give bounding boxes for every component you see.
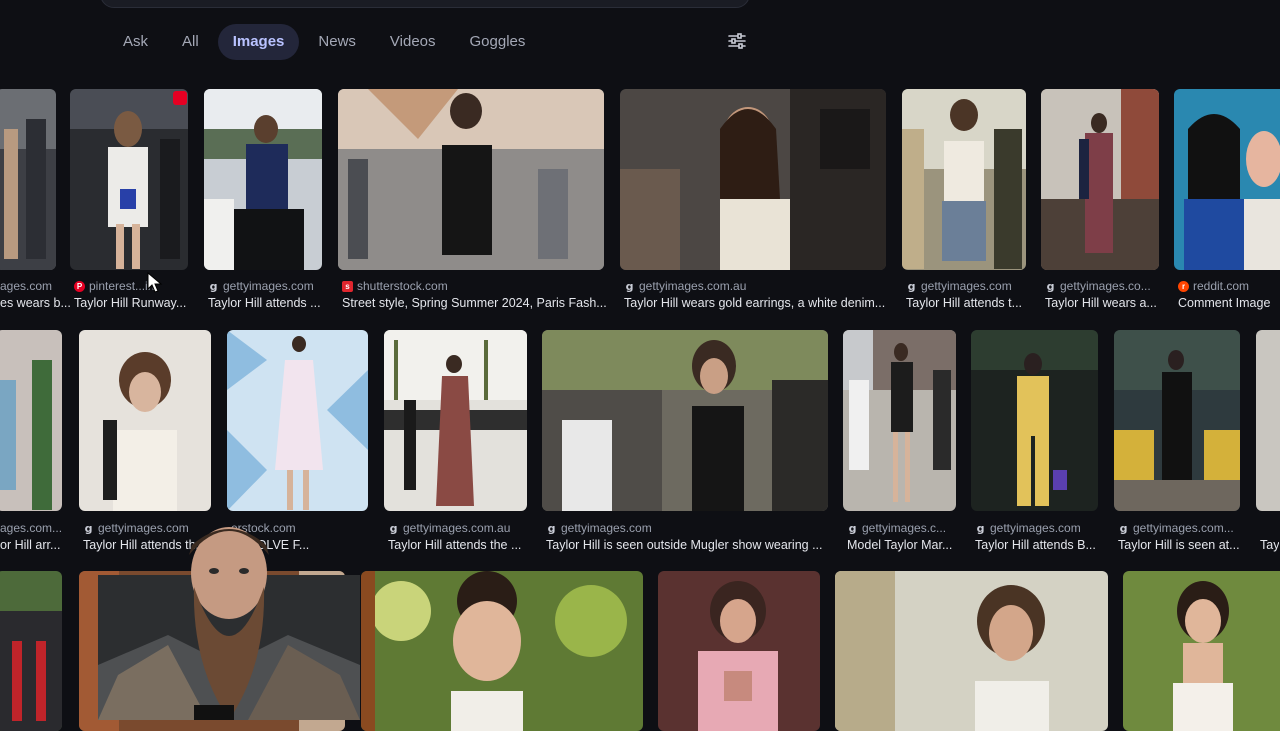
image-thumbnail[interactable] [227, 330, 368, 511]
result-source: g gettyimages.com.au [625, 279, 747, 293]
image-thumbnail[interactable] [1123, 571, 1280, 731]
image-result-card[interactable]: g gettyimages.com Taylor Hill attends ... [204, 89, 322, 319]
image-result-card[interactable]: g gettyimages.com Taylor Hill is seen out… [542, 330, 828, 560]
gettyimages-icon: g [907, 279, 916, 293]
gettyimages-icon: g [389, 521, 398, 535]
result-source: g gettyimages.com [547, 521, 652, 535]
image-thumbnail[interactable] [361, 571, 643, 731]
image-thumbnail[interactable] [1256, 330, 1280, 511]
result-source: Ppinterest...in [74, 278, 154, 294]
image-thumbnail[interactable] [0, 330, 62, 511]
result-source: g gettyimages.com.au [389, 521, 511, 535]
result-source: g gettyimages.com [976, 521, 1081, 535]
result-caption[interactable]: Tay [1260, 538, 1279, 552]
result-caption[interactable]: Taylor Hill is seen outside Mugler show … [546, 538, 823, 552]
pinterest-icon: P [74, 280, 85, 292]
result-source: s shutterstock.com [342, 278, 448, 294]
result-caption[interactable]: Taylor Hill attends the ... [388, 538, 521, 552]
image-result-card[interactable]: Ppinterest...in Taylor Hill Runway... [70, 89, 188, 319]
result-caption[interactable]: Taylor Hill is seen at... [1118, 538, 1240, 552]
result-caption[interactable]: Taylor Hill attends ... [208, 296, 321, 310]
image-result-card[interactable]: s shutterstock.com Street style, Spring S… [338, 89, 607, 319]
image-result-card[interactable]: g gettyimages.com Taylor Hill attends t..… [902, 89, 1026, 319]
reddit-icon: r [1178, 280, 1189, 292]
image-result-card[interactable]: r reddit.com Comment Image [1174, 89, 1280, 319]
image-thumbnail[interactable] [204, 89, 322, 270]
image-thumbnail[interactable] [843, 330, 956, 511]
gettyimages-icon: g [209, 279, 218, 293]
shutterstock-icon: s [342, 280, 353, 292]
image-thumbnail[interactable] [1114, 330, 1240, 511]
image-thumbnail[interactable] [0, 89, 56, 270]
result-caption[interactable]: Model Taylor Mar... [847, 538, 952, 552]
image-thumbnail[interactable] [338, 89, 604, 270]
image-result-card[interactable]: g gettyimages.com... Taylor Hill is seen … [1114, 330, 1240, 560]
result-caption[interactable]: Taylor Hill attends t... [906, 296, 1022, 310]
result-source: g gettyimages.com [209, 279, 314, 293]
result-caption[interactable]: es wears b... [0, 296, 71, 310]
image-thumbnail[interactable] [384, 330, 527, 511]
image-thumbnail[interactable] [902, 89, 1026, 270]
image-result-card[interactable]: g gettyimages.c... Model Taylor Mar... [843, 330, 956, 560]
result-source: g gettyimages.com [907, 279, 1012, 293]
gettyimages-icon: g [976, 521, 985, 535]
result-source: g gettyimages.co... [1046, 279, 1151, 293]
gettyimages-icon: g [547, 521, 556, 535]
image-thumbnail[interactable] [70, 89, 188, 270]
image-result-card[interactable]: ages.com es wears b... [0, 89, 71, 319]
image-thumbnail[interactable] [1041, 89, 1159, 270]
result-source: ages.com... [0, 521, 63, 535]
result-source: r reddit.com [1178, 278, 1249, 294]
image-result-card[interactable]: g gettyimages.com.au Taylor Hill attends … [384, 330, 527, 560]
image-thumbnail[interactable] [0, 571, 62, 731]
result-caption[interactable]: Comment Image [1178, 296, 1270, 310]
result-source: g gettyimages.com... [1119, 521, 1234, 535]
image-result-card[interactable]: g gettyimages.com Taylor Hill attends B..… [971, 330, 1098, 560]
image-result-card[interactable]: Tay [1256, 330, 1280, 560]
result-caption[interactable]: Taylor Hill attends B... [975, 538, 1096, 552]
result-caption[interactable]: Taylor Hill Runway... [74, 296, 186, 310]
image-thumbnail[interactable] [971, 330, 1098, 511]
pin-badge-icon [173, 91, 187, 105]
result-caption[interactable]: Street style, Spring Summer 2024, Paris … [342, 296, 607, 310]
image-thumbnail[interactable] [835, 571, 1108, 731]
image-thumbnail[interactable] [620, 89, 886, 270]
gettyimages-icon: g [848, 521, 857, 535]
gettyimages-icon: g [84, 521, 93, 535]
image-thumbnail[interactable] [542, 330, 828, 511]
result-caption[interactable]: or Hill arr... [0, 538, 60, 552]
image-thumbnail[interactable] [658, 571, 820, 731]
image-result-card[interactable] [361, 571, 643, 731]
image-result-card[interactable]: g gettyimages.co... Taylor Hill wears a..… [1041, 89, 1159, 319]
mouse-cursor-icon [147, 271, 163, 294]
webcam-overlay [98, 515, 360, 720]
image-thumbnail[interactable] [1174, 89, 1280, 270]
image-result-card[interactable] [0, 571, 62, 731]
gettyimages-icon: g [1119, 521, 1128, 535]
image-result-card[interactable] [1123, 571, 1280, 731]
image-result-card[interactable] [835, 571, 1108, 731]
result-caption[interactable]: Taylor Hill wears a... [1045, 296, 1157, 310]
result-source: ages.com [0, 279, 53, 293]
gettyimages-icon: g [1046, 279, 1055, 293]
gettyimages-icon: g [625, 279, 634, 293]
result-caption[interactable]: Taylor Hill wears gold earrings, a white… [624, 296, 885, 310]
image-result-card[interactable] [658, 571, 820, 731]
result-source: g gettyimages.c... [848, 521, 947, 535]
image-result-card[interactable]: g gettyimages.com.au Taylor Hill wears go… [620, 89, 886, 319]
image-thumbnail[interactable] [79, 330, 211, 511]
image-result-card[interactable]: ages.com... or Hill arr... [0, 330, 62, 560]
